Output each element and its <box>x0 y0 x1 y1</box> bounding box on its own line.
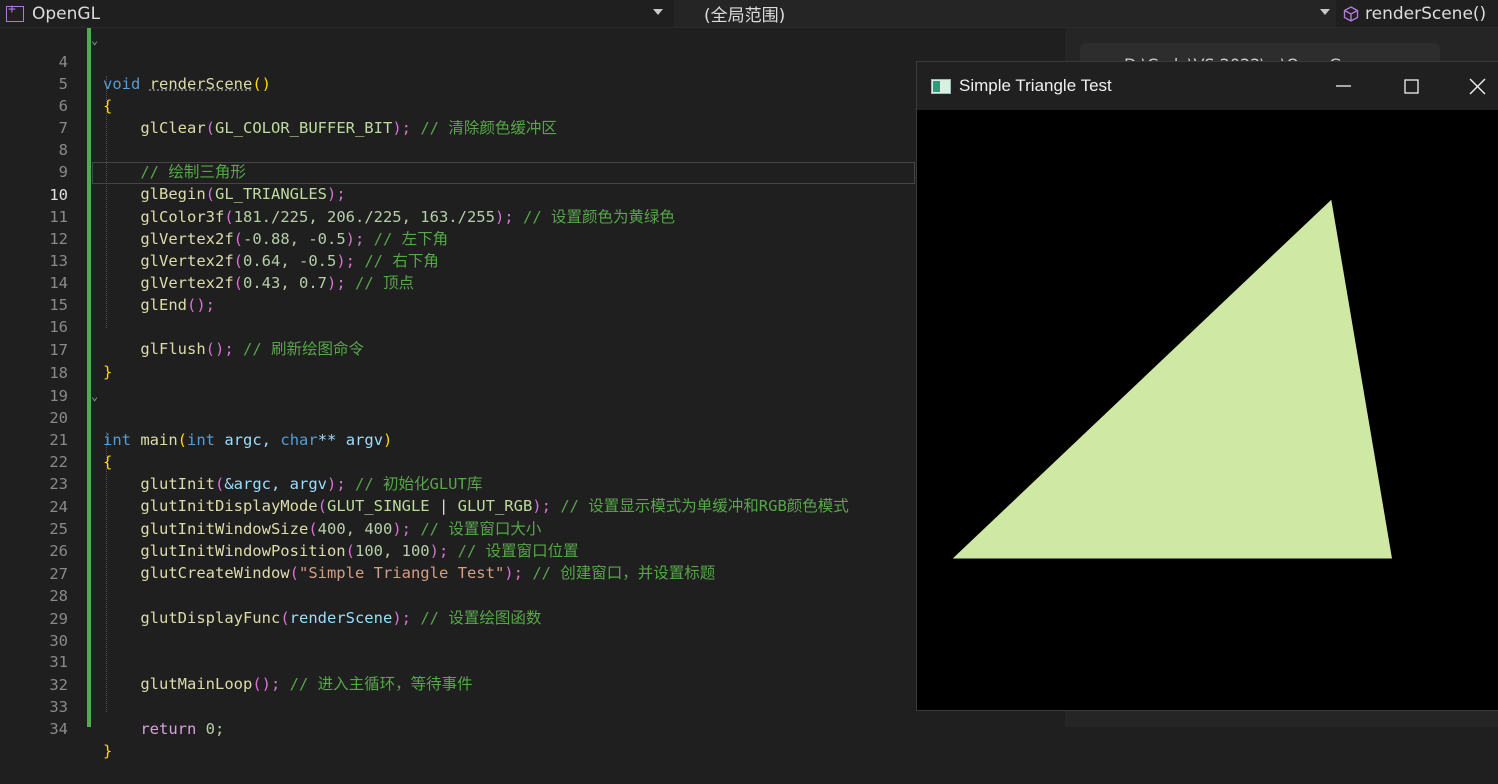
project-dropdown[interactable]: OpenGL <box>6 0 666 27</box>
code-line[interactable]: 14 glEnd(); <box>0 250 920 314</box>
code-line[interactable]: 30 <box>0 608 920 650</box>
dropdown-arrow-icon <box>1320 9 1330 15</box>
code-line[interactable]: 18 <box>0 340 920 382</box>
code-line[interactable]: 26 glutCreateWindow("Simple Triangle Tes… <box>0 518 920 582</box>
code-line[interactable]: 25 glutInitWindowPosition(100, 100); // … <box>0 496 920 560</box>
code-line[interactable]: 9 glBegin(GL_TRIANGLES); <box>0 139 920 203</box>
function-dropdown[interactable]: renderScene() <box>1343 0 1498 27</box>
scope-label: (全局范围) <box>704 6 786 26</box>
code-line[interactable]: 33 return 0; <box>0 674 920 738</box>
code-line[interactable]: 23 glutInitDisplayMode(GLUT_SINGLE | GLU… <box>0 451 920 515</box>
code-line[interactable]: 5 { <box>0 51 920 115</box>
code-line[interactable]: 7 <box>0 95 920 137</box>
brace: } <box>103 742 113 760</box>
opengl-window[interactable]: Simple Triangle Test <box>917 62 1498 710</box>
opengl-canvas <box>918 110 1496 708</box>
project-name: OpenGL <box>32 3 101 24</box>
code-line[interactable]: 31 glutMainLoop(); // 进入主循环，等待事件 <box>0 629 920 693</box>
code-line[interactable]: 29 <box>0 586 920 628</box>
number-literal: 0; <box>205 720 225 738</box>
dropdown-arrow-icon <box>653 9 663 15</box>
code-line-current[interactable]: 10 glColor3f(181./225, 206./225, 163./25… <box>0 162 920 226</box>
code-line[interactable]: 12 glVertex2f(0.64, -0.5); // 右下角 <box>0 206 920 270</box>
code-line[interactable]: 4 void renderScene() <box>0 29 920 93</box>
code-line[interactable]: 15 <box>0 272 920 314</box>
window-title: Simple Triangle Test <box>959 76 1112 95</box>
code-line[interactable]: 28 glutDisplayFunc(renderScene); // 设置绘图… <box>0 563 920 627</box>
code-line[interactable]: 24 glutInitWindowSize(400, 400); // 设置窗口… <box>0 474 920 538</box>
code-line[interactable]: 8 // 绘制三角形 <box>0 117 920 181</box>
function-cube-icon <box>1343 5 1359 22</box>
code-line[interactable]: 34 } <box>0 696 920 760</box>
code-line[interactable]: 6 glClear(GL_COLOR_BUFFER_BIT); // 清除颜色缓… <box>0 73 920 137</box>
code-line[interactable]: 13 glVertex2f(0.43, 0.7); // 顶点 <box>0 228 920 292</box>
app-icon <box>931 79 951 94</box>
keyword: return <box>140 720 197 738</box>
code-line[interactable]: 32 <box>0 652 920 694</box>
maximize-button[interactable] <box>1380 62 1442 110</box>
code-line[interactable]: 27 <box>0 541 920 583</box>
function-name: renderScene() <box>1365 3 1487 24</box>
code-line[interactable]: 16 glFlush(); // 刷新绘图命令 <box>0 294 920 358</box>
code-line[interactable]: 22 glutInit(&argc, argv); // 初始化GLUT库 <box>0 429 920 493</box>
minimize-icon <box>1336 85 1351 87</box>
code-line[interactable]: 11 glVertex2f(-0.88, -0.5); // 左下角 <box>0 184 920 248</box>
maximize-icon <box>1404 79 1419 94</box>
project-icon <box>6 2 24 22</box>
code-line[interactable]: 19 <box>0 363 920 405</box>
code-line[interactable]: 17 } <box>0 317 920 381</box>
window-titlebar[interactable]: Simple Triangle Test <box>917 62 1498 110</box>
code-line[interactable]: 21 { <box>0 407 920 471</box>
close-icon <box>1469 78 1486 95</box>
close-button[interactable] <box>1448 62 1498 110</box>
navigation-bar: OpenGL (全局范围) renderScene() <box>0 0 1498 28</box>
scope-dropdown[interactable]: (全局范围) <box>674 0 1336 27</box>
line-number: 34 <box>49 720 68 738</box>
minimize-button[interactable] <box>1310 62 1372 110</box>
code-line[interactable]: 20 int main(int argc, char** argv) <box>0 385 920 449</box>
